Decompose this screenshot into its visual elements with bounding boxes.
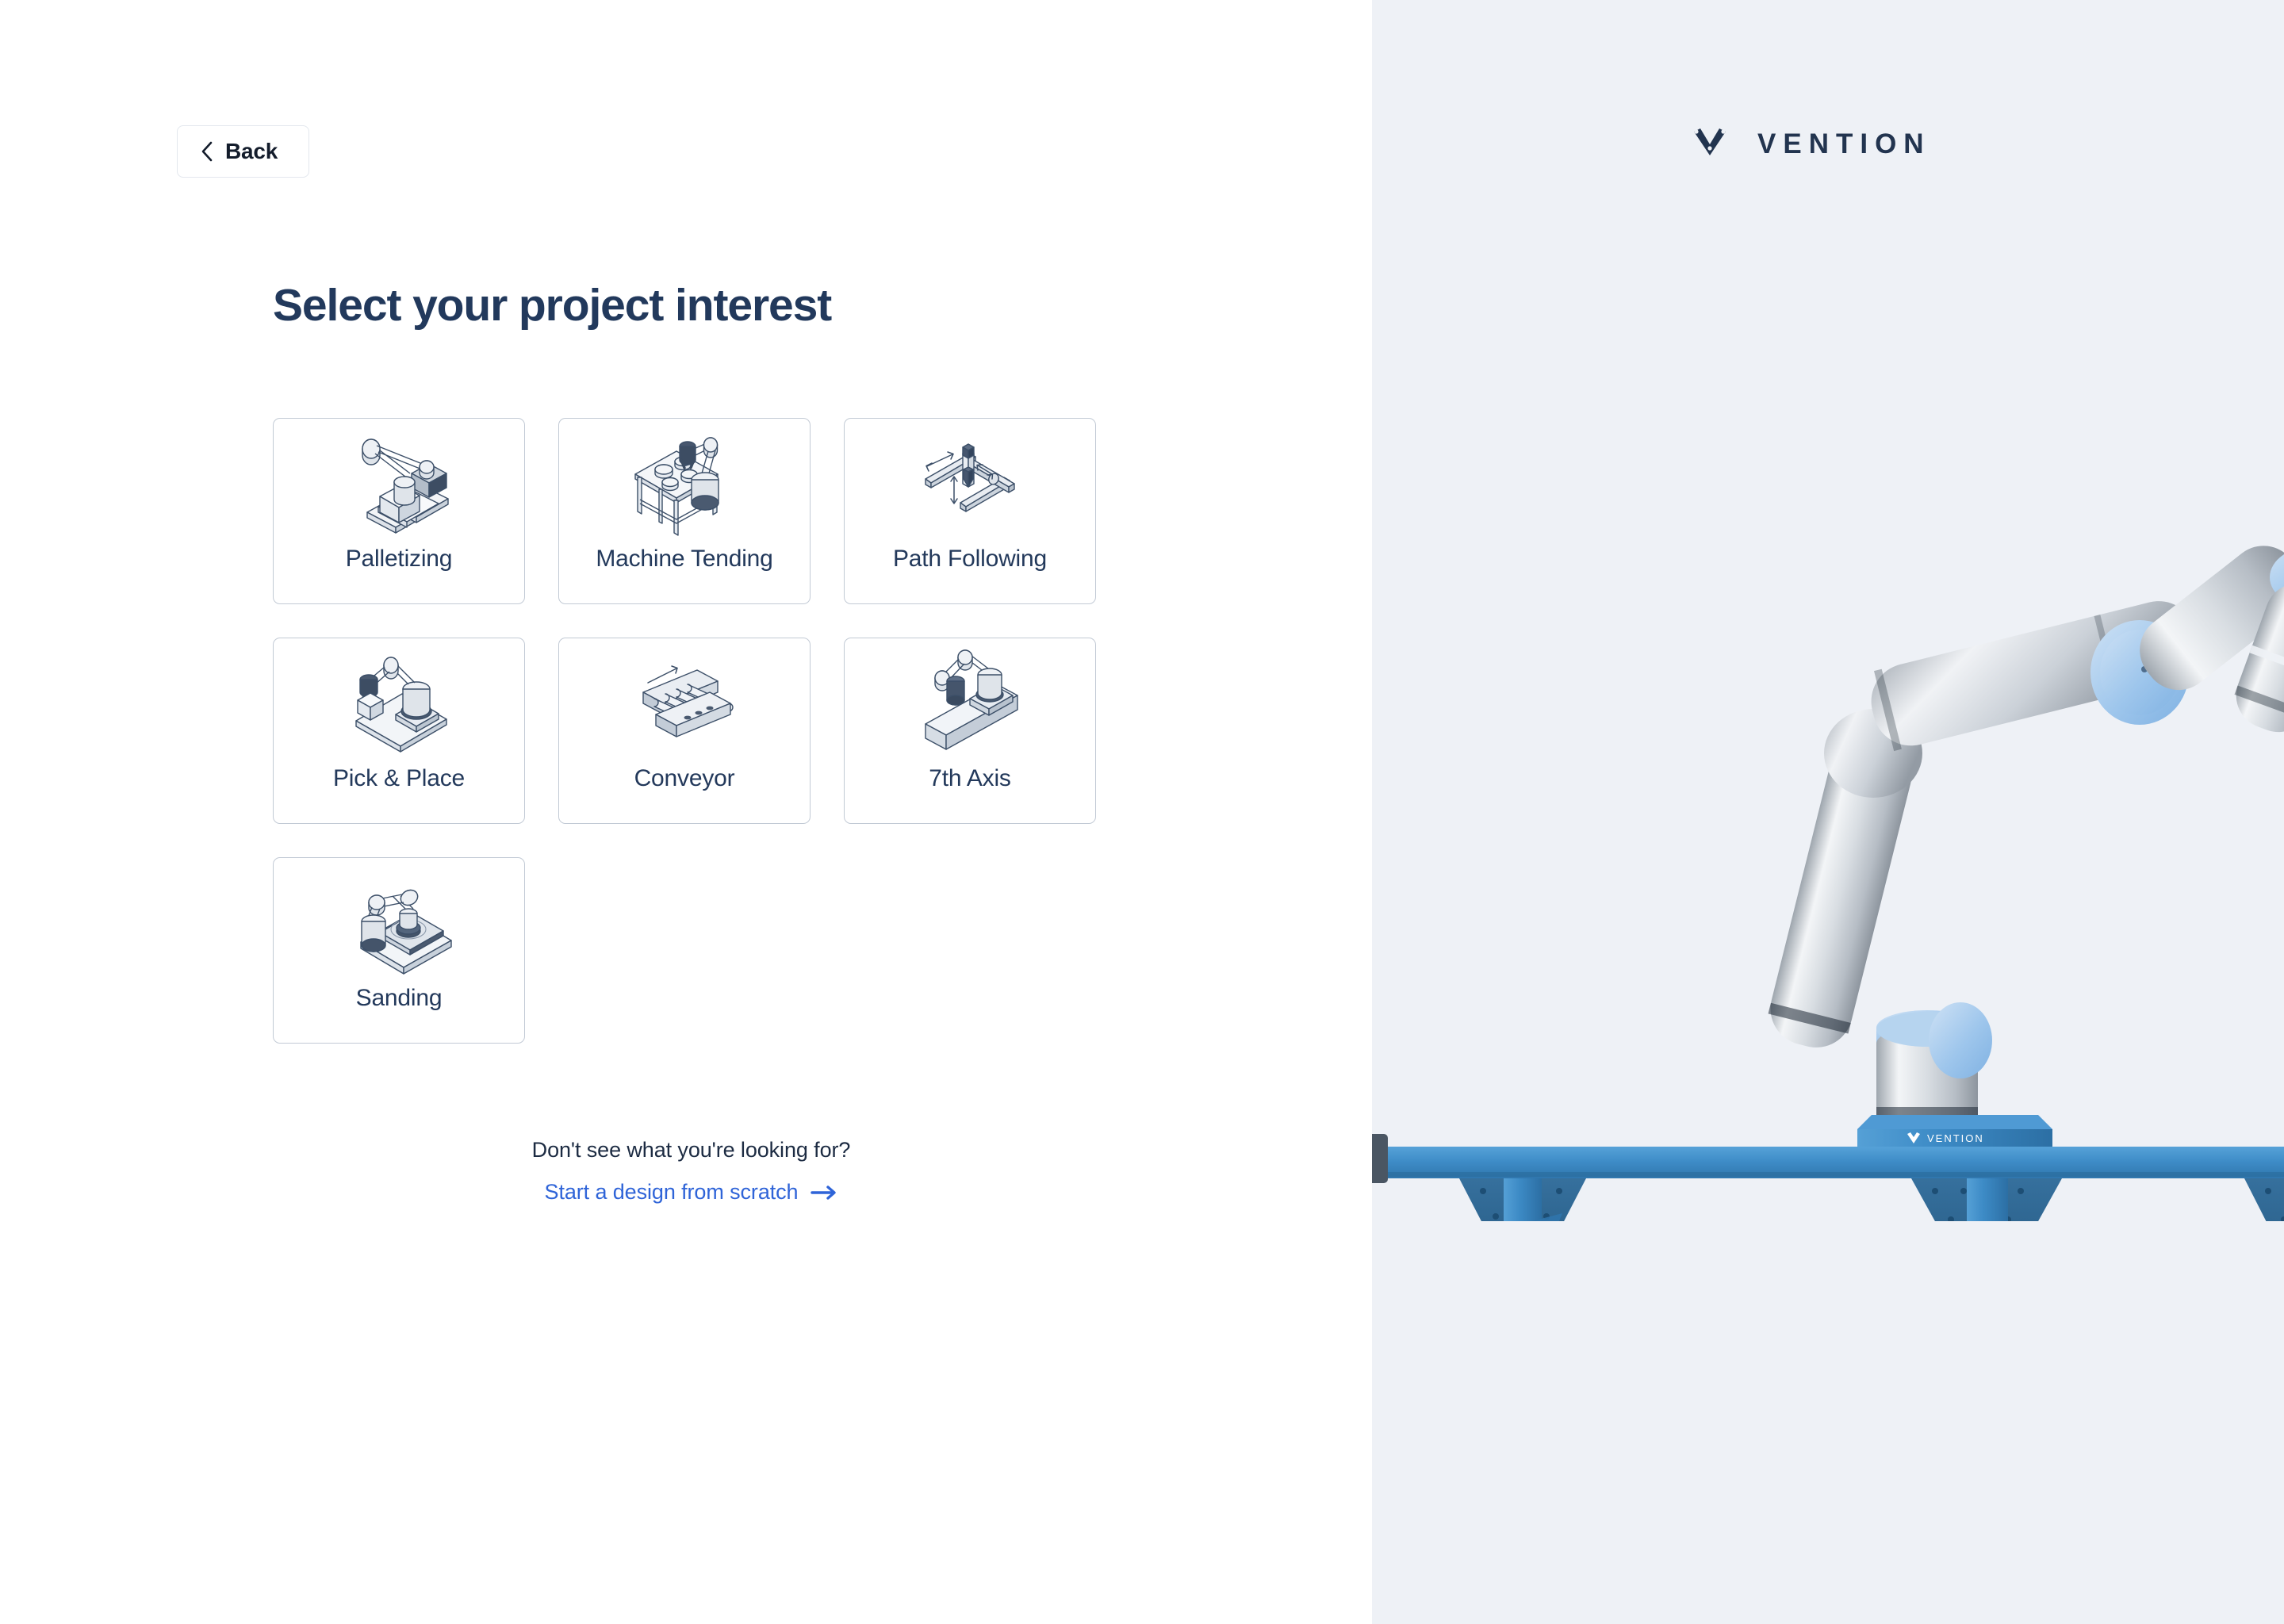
project-card-machine-tending[interactable]: Machine Tending [558,418,811,604]
project-interest-screen: Back Select your project interest Pallet… [0,0,2284,1624]
cobot-arm [1768,546,2284,1126]
pick-and-place-icon [354,657,447,753]
footer-question: Don't see what you're looking for? [531,1138,851,1162]
chevron-left-icon [201,141,213,162]
vention-v-logo-icon [1694,128,1726,155]
arrow-right-icon [811,1185,837,1200]
right-brand-panel: VENTION VENTION [1372,0,2284,1624]
start-from-scratch-link[interactable]: Start a design from scratch [545,1182,838,1203]
project-card-path-following[interactable]: Path Following [844,418,1096,604]
project-card-label: Pick & Place [333,765,465,791]
palletizing-icon [361,439,449,534]
project-card-pick-and-place[interactable]: Pick & Place [273,638,525,824]
sanding-icon [359,889,452,975]
project-card-label: Path Following [893,546,1047,572]
vention-wordmark: VENTION [1757,128,1931,159]
vention-brand: VENTION [1689,127,1931,160]
back-button[interactable]: Back [177,125,309,178]
robot-mount-plate: VENTION [1857,1115,2052,1147]
project-card-conveyor[interactable]: Conveyor [558,638,811,824]
frame-gusset-right [2244,1178,2284,1221]
frame-upright-mid [1967,1178,2008,1221]
mount-plate-wordmark: VENTION [1927,1132,1984,1144]
conveyor-icon [642,665,734,737]
project-card-palletizing[interactable]: Palletizing [273,418,525,604]
back-button-label: Back [225,139,278,163]
machine-tending-icon [634,437,719,536]
path-following-icon [924,443,1015,512]
project-card-sanding[interactable]: Sanding [273,857,525,1044]
page-title: Select your project interest [273,280,832,331]
frame-left-motor [1372,1134,1388,1183]
project-card-label: Palletizing [345,546,453,572]
project-card-label: 7th Axis [929,765,1011,791]
frame-bolt-dots [1480,1188,2284,1221]
project-card-label: Sanding [355,985,443,1011]
frame-upright-left [1504,1178,1542,1221]
project-card-7th-axis[interactable]: 7th Axis [844,638,1096,824]
start-from-scratch-label: Start a design from scratch [544,1180,799,1204]
robot-cell-illustration: VENTION [1372,546,2284,1221]
project-card-label: Conveyor [634,765,735,791]
footer-block: Don't see what you're looking for? Start… [273,1139,1109,1203]
hero-robot-cell-image: VENTION [1372,476,2284,1221]
left-content-panel: Back Select your project interest Pallet… [0,0,1372,1624]
vention-frame: VENTION [1372,1115,2284,1221]
seventh-axis-icon [924,649,1018,750]
project-interest-grid: Palletizing Machine Tending Path Followi… [273,418,1109,1044]
project-card-label: Machine Tending [596,546,773,572]
